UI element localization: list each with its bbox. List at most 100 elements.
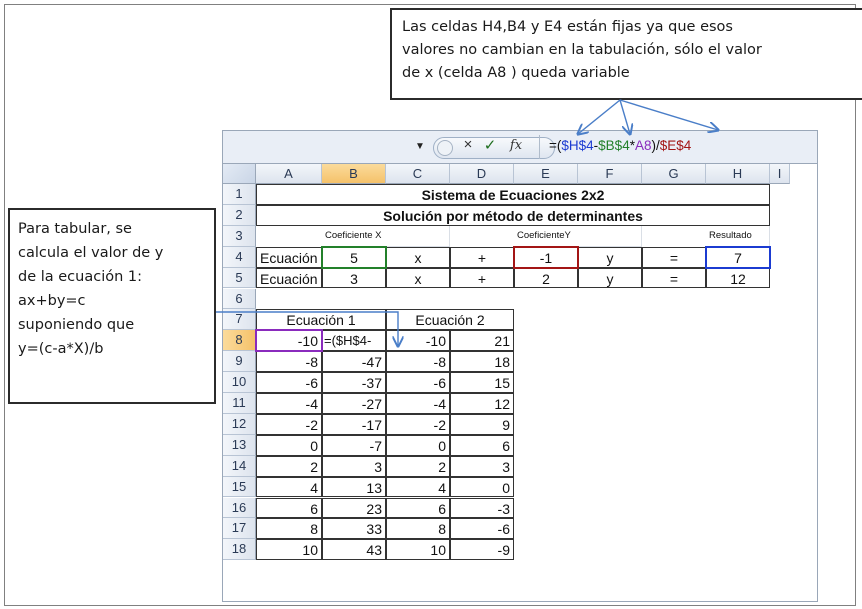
eq1-eq-cell[interactable]: =: [642, 246, 706, 268]
table-cell[interactable]: -8: [256, 351, 322, 373]
row-header-9[interactable]: 9: [223, 351, 256, 373]
table-cell[interactable]: 0: [450, 476, 514, 498]
eq1-plus-cell[interactable]: +: [450, 246, 514, 268]
table-cell[interactable]: 3: [450, 455, 514, 477]
row-header-18[interactable]: 18: [223, 539, 256, 561]
table-cell[interactable]: -10: [256, 330, 322, 352]
table-cell[interactable]: 12: [450, 393, 514, 414]
table-cell[interactable]: -27: [322, 393, 386, 414]
sheet-title[interactable]: Sistema de Ecuaciones 2x2: [256, 184, 770, 205]
row-header-16[interactable]: 16: [223, 497, 256, 519]
eq1-b-cell[interactable]: -1: [514, 246, 578, 268]
cancel-icon[interactable]: ×: [459, 136, 477, 153]
eq1-x-cell[interactable]: x: [386, 246, 450, 268]
row-header-4[interactable]: 4: [223, 246, 256, 268]
table-cell[interactable]: 2: [386, 455, 450, 477]
table-cell[interactable]: 4: [386, 476, 450, 498]
table-cell[interactable]: 43: [322, 539, 386, 561]
table-cell[interactable]: -2: [256, 413, 322, 435]
table-cell[interactable]: 0: [386, 434, 450, 456]
editing-cell-b8[interactable]: =($H$4-: [322, 330, 386, 352]
formula-bar-handle-icon[interactable]: [437, 140, 453, 156]
eq1-c-cell[interactable]: 7: [706, 246, 770, 268]
formula-input[interactable]: =($H$4-$B$4*A8)/$E$4: [549, 138, 691, 153]
eq2-y-cell[interactable]: y: [578, 267, 642, 289]
column-header-a[interactable]: A: [256, 164, 322, 184]
column-header-d[interactable]: D: [450, 164, 514, 184]
coef-x-label[interactable]: Coeficiente X: [322, 225, 450, 247]
table-cell[interactable]: 21: [450, 330, 514, 352]
table-cell[interactable]: -37: [322, 372, 386, 393]
table-cell[interactable]: -6: [450, 518, 514, 540]
select-all-corner[interactable]: [223, 164, 256, 184]
table-cell[interactable]: 13: [322, 476, 386, 498]
eq2-label-cell[interactable]: Ecuación 2: [256, 267, 322, 289]
column-header-e[interactable]: E: [514, 164, 578, 184]
row-header-14[interactable]: 14: [223, 455, 256, 477]
row-header-8[interactable]: 8: [223, 330, 256, 352]
table-cell[interactable]: 6: [256, 497, 322, 519]
row-header-17[interactable]: 17: [223, 518, 256, 540]
eq2-c-cell[interactable]: 12: [706, 267, 770, 289]
table-cell[interactable]: -2: [386, 413, 450, 435]
row-header-7[interactable]: 7: [223, 309, 256, 331]
eq2-a-cell[interactable]: 3: [322, 267, 386, 289]
coef-y-label[interactable]: CoeficienteY: [514, 225, 642, 247]
table-cell[interactable]: -17: [322, 413, 386, 435]
table-cell[interactable]: -3: [450, 497, 514, 519]
table-cell[interactable]: 8: [256, 518, 322, 540]
table-header-ecuacion-1[interactable]: Ecuación 1: [256, 309, 386, 331]
table-cell[interactable]: -8: [386, 351, 450, 373]
table-cell[interactable]: 8: [386, 518, 450, 540]
table-cell[interactable]: -6: [256, 372, 322, 393]
row-header-5[interactable]: 5: [223, 267, 256, 289]
table-cell[interactable]: 18: [450, 351, 514, 373]
table-cell[interactable]: 2: [256, 455, 322, 477]
table-cell[interactable]: 15: [450, 372, 514, 393]
table-cell[interactable]: 6: [386, 497, 450, 519]
column-header-f[interactable]: F: [578, 164, 642, 184]
table-header-ecuacion-2[interactable]: Ecuación 2: [386, 309, 514, 331]
table-cell[interactable]: -10: [386, 330, 450, 352]
row-header-1[interactable]: 1: [223, 184, 256, 205]
eq2-plus-cell[interactable]: +: [450, 267, 514, 289]
column-header-i[interactable]: I: [770, 164, 790, 184]
table-cell[interactable]: -6: [386, 372, 450, 393]
table-cell[interactable]: 3: [322, 455, 386, 477]
table-cell[interactable]: -7: [322, 434, 386, 456]
row-header-10[interactable]: 10: [223, 372, 256, 393]
table-cell[interactable]: 4: [256, 476, 322, 498]
column-header-g[interactable]: G: [642, 164, 706, 184]
column-header-c[interactable]: C: [386, 164, 450, 184]
table-cell[interactable]: 23: [322, 497, 386, 519]
table-cell[interactable]: -47: [322, 351, 386, 373]
table-cell[interactable]: 33: [322, 518, 386, 540]
enter-check-icon[interactable]: ✓: [481, 136, 499, 154]
table-cell[interactable]: 0: [256, 434, 322, 456]
table-cell[interactable]: -9: [450, 539, 514, 561]
eq2-eq-cell[interactable]: =: [642, 267, 706, 289]
name-box-dropdown-icon[interactable]: ▼: [415, 141, 425, 152]
row-header-15[interactable]: 15: [223, 476, 256, 498]
row-header-2[interactable]: 2: [223, 204, 256, 226]
row-header-11[interactable]: 11: [223, 393, 256, 414]
column-header-b[interactable]: B: [322, 164, 386, 184]
row-header-3[interactable]: 3: [223, 225, 256, 247]
eq1-a-cell[interactable]: 5: [322, 246, 386, 268]
insert-function-icon[interactable]: fx: [507, 138, 525, 153]
row-header-6[interactable]: 6: [223, 288, 256, 310]
row-header-13[interactable]: 13: [223, 434, 256, 456]
result-label[interactable]: Resultado: [706, 225, 770, 247]
eq1-label-cell[interactable]: Ecuación 1: [256, 246, 322, 268]
table-cell[interactable]: 10: [256, 539, 322, 561]
column-header-h[interactable]: H: [706, 164, 770, 184]
row-header-12[interactable]: 12: [223, 413, 256, 435]
eq2-b-cell[interactable]: 2: [514, 267, 578, 289]
table-cell[interactable]: 9: [450, 413, 514, 435]
sheet-subtitle[interactable]: Solución por método de determinantes: [256, 204, 770, 226]
eq1-y-cell[interactable]: y: [578, 246, 642, 268]
table-cell[interactable]: 10: [386, 539, 450, 561]
table-cell[interactable]: -4: [386, 393, 450, 414]
table-cell[interactable]: 6: [450, 434, 514, 456]
table-cell[interactable]: -4: [256, 393, 322, 414]
